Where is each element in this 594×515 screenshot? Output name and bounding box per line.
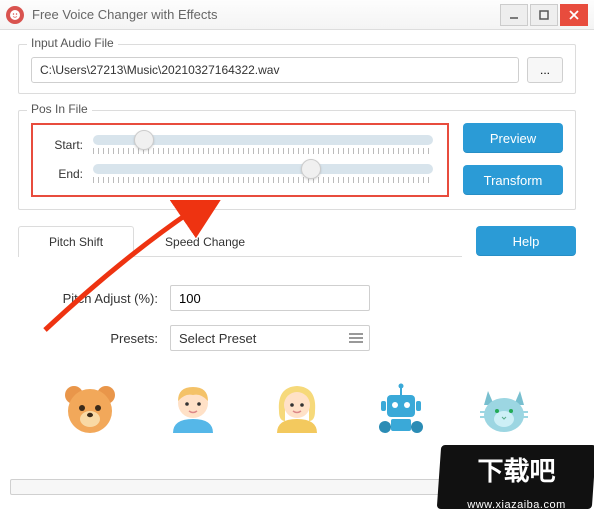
app-icon	[6, 6, 24, 24]
pos-sliders-panel: Start: End:	[31, 123, 449, 197]
presets-select[interactable]: Select Preset	[170, 325, 370, 351]
window-title: Free Voice Changer with Effects	[32, 7, 498, 22]
start-label: Start:	[47, 138, 93, 152]
preset-cat[interactable]	[474, 381, 534, 437]
effect-tabs: Pitch Shift Speed Change	[18, 226, 462, 257]
watermark: 下载吧 www.xiazaiba.com	[439, 445, 594, 515]
preset-bear[interactable]	[60, 381, 120, 437]
preset-robot[interactable]	[371, 381, 431, 437]
pos-in-file-group: Pos In File Start: End:	[18, 110, 576, 210]
preset-icons-row	[30, 365, 564, 441]
tab-pitch-shift[interactable]: Pitch Shift	[18, 226, 134, 256]
preset-boy[interactable]	[163, 381, 223, 437]
window-controls	[498, 4, 588, 26]
menu-icon	[349, 333, 363, 343]
input-file-legend: Input Audio File	[27, 36, 118, 50]
transform-button[interactable]: Transform	[463, 165, 563, 195]
presets-label: Presets:	[30, 331, 170, 346]
end-label: End:	[47, 167, 93, 181]
minimize-button[interactable]	[500, 4, 528, 26]
audio-path-input[interactable]	[31, 57, 519, 83]
pos-legend: Pos In File	[27, 102, 92, 116]
pitch-shift-panel: Pitch Adjust (%): Presets: Select Preset	[18, 257, 576, 453]
pitch-adjust-input[interactable]	[170, 285, 370, 311]
help-button[interactable]: Help	[476, 226, 576, 256]
end-slider[interactable]	[93, 164, 433, 183]
tab-speed-change[interactable]: Speed Change	[134, 226, 276, 256]
close-button[interactable]	[560, 4, 588, 26]
maximize-button[interactable]	[530, 4, 558, 26]
preview-button[interactable]: Preview	[463, 123, 563, 153]
browse-button[interactable]: ...	[527, 57, 563, 83]
preset-girl[interactable]	[267, 381, 327, 437]
titlebar: Free Voice Changer with Effects	[0, 0, 594, 30]
pitch-adjust-label: Pitch Adjust (%):	[30, 291, 170, 306]
input-file-group: Input Audio File ...	[18, 44, 576, 94]
start-slider[interactable]	[93, 135, 433, 154]
